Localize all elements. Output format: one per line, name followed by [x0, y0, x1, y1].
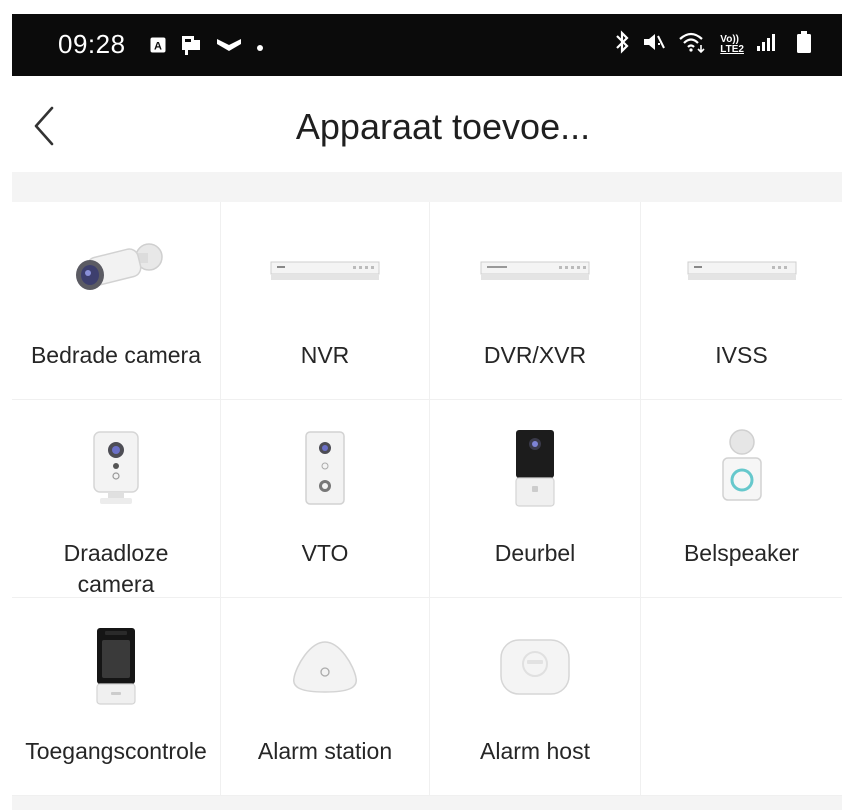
device-item-vto[interactable]: VTO — [221, 400, 430, 598]
device-label: Alarm host — [480, 738, 590, 764]
status-system-icons: Vo)) LTE2 — [614, 30, 812, 59]
device-label: VTO — [301, 540, 349, 566]
mute-icon — [642, 31, 666, 58]
notification-c-icon — [216, 37, 242, 58]
volte-icon: Vo)) LTE2 — [720, 33, 744, 55]
device-type-grid: Bedrade camera NVR DVR/XVR IVSS Draadloz… — [12, 202, 842, 796]
device-label: Bedrade camera — [30, 342, 202, 368]
vto-intercom-icon — [300, 428, 350, 513]
notification-a-icon: A — [150, 37, 166, 58]
header-bar: Apparaat toevoe... — [12, 76, 842, 180]
volte-label-bottom: LTE2 — [720, 43, 744, 55]
device-item-alarm-host[interactable]: Alarm host — [430, 598, 641, 796]
alarm-station-icon — [290, 636, 360, 701]
device-item-toegangscontrole[interactable]: Toegangscontrole — [12, 598, 221, 796]
chime-speaker-icon — [717, 428, 767, 513]
alarm-host-icon — [497, 634, 573, 703]
dvr-recorder-icon — [479, 250, 591, 295]
device-item-draadloze-camera[interactable]: Draadloze camera — [12, 400, 221, 598]
device-item-alarm-station[interactable]: Alarm station — [221, 598, 430, 796]
device-item-ivss[interactable]: IVSS — [641, 202, 842, 400]
cube-camera-icon — [86, 428, 146, 513]
wifi-icon — [678, 31, 708, 58]
doorbell-icon — [510, 428, 560, 513]
nvr-recorder-icon — [269, 250, 381, 295]
volte-label-top: Vo)) — [720, 33, 739, 45]
device-label: Toegangscontrole — [25, 738, 207, 764]
page-title: Apparaat toevoe... — [295, 106, 591, 147]
device-label: DVR/XVR — [483, 342, 587, 368]
device-item-nvr[interactable]: NVR — [221, 202, 430, 400]
status-bar: 09:28 A Vo)) LTE2 — [12, 14, 842, 76]
device-item-bedrade-camera[interactable]: Bedrade camera — [12, 202, 221, 400]
device-label: Draadloze camera — [63, 540, 169, 597]
device-label: Belspeaker — [683, 540, 800, 566]
empty-grid-cell — [641, 598, 842, 796]
notification-b-icon — [180, 34, 202, 61]
app-screen: 09:28 A Vo)) LTE2 Apparaat toevoe... Bed… — [12, 14, 842, 810]
svg-text:A: A — [154, 41, 162, 53]
device-item-deurbel[interactable]: Deurbel — [430, 400, 641, 598]
device-item-belspeaker[interactable]: Belspeaker — [641, 400, 842, 598]
bluetooth-icon — [614, 30, 630, 59]
dot-icon — [256, 39, 264, 57]
status-time: 09:28 — [58, 29, 126, 59]
device-item-dvr-xvr[interactable]: DVR/XVR — [430, 202, 641, 400]
access-control-icon — [91, 626, 141, 711]
device-label: Deurbel — [494, 540, 576, 566]
signal-icon — [756, 32, 776, 57]
bullet-camera-icon — [66, 235, 166, 310]
ivss-recorder-icon — [686, 250, 798, 295]
device-label: IVSS — [715, 342, 768, 368]
section-divider — [12, 172, 842, 202]
status-notification-icons: A — [150, 34, 264, 61]
device-label: NVR — [300, 342, 350, 368]
device-label: Alarm station — [257, 738, 393, 764]
battery-icon — [796, 30, 812, 59]
bottom-band — [12, 796, 842, 810]
